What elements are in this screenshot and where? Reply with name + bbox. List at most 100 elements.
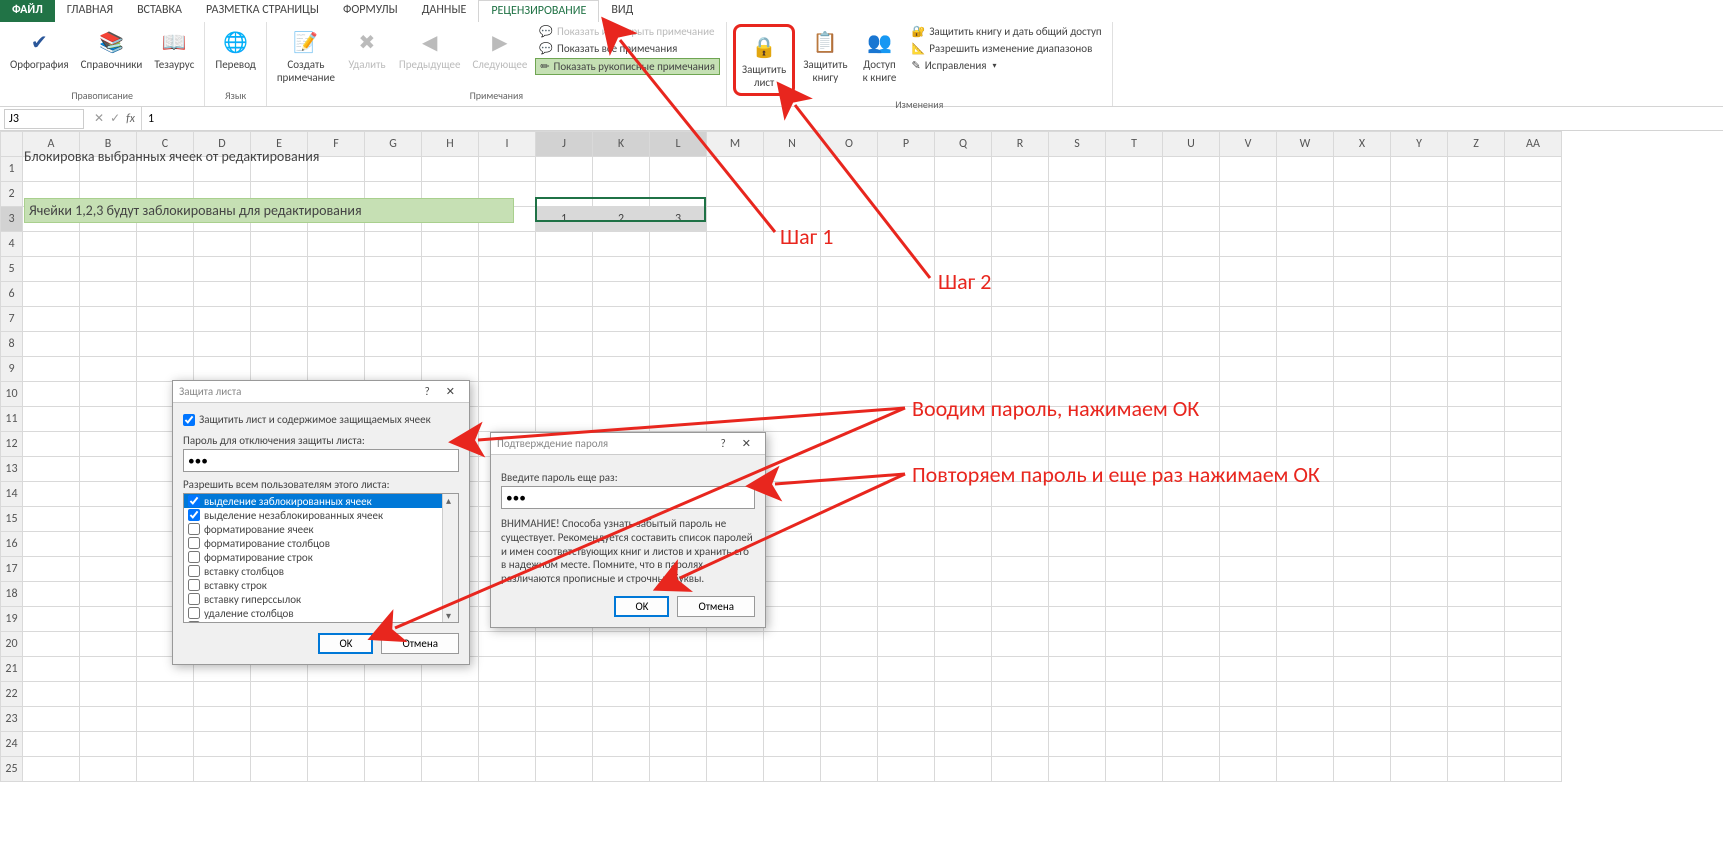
permission-item[interactable]: форматирование столбцов — [184, 536, 458, 550]
cell-K2[interactable] — [593, 182, 650, 207]
cell-C23[interactable] — [137, 707, 194, 732]
tab-data[interactable]: ДАННЫЕ — [410, 0, 479, 22]
cell-F23[interactable] — [308, 707, 365, 732]
cell-W22[interactable] — [1277, 682, 1334, 707]
cell-P1[interactable] — [878, 157, 935, 182]
column-header-T[interactable]: T — [1106, 132, 1163, 157]
cell-R6[interactable] — [992, 282, 1049, 307]
cell-Y22[interactable] — [1391, 682, 1448, 707]
cell-X21[interactable] — [1334, 657, 1391, 682]
cell-Z5[interactable] — [1448, 257, 1505, 282]
cell-AA2[interactable] — [1505, 182, 1562, 207]
cell-N12[interactable] — [764, 432, 821, 457]
cell-Z1[interactable] — [1448, 157, 1505, 182]
cell-S12[interactable] — [1049, 432, 1106, 457]
column-header-I[interactable]: I — [479, 132, 536, 157]
cell-Z18[interactable] — [1448, 582, 1505, 607]
cell-U25[interactable] — [1163, 757, 1220, 782]
cell-Y20[interactable] — [1391, 632, 1448, 657]
cell-J25[interactable] — [536, 757, 593, 782]
cell-L9[interactable] — [650, 357, 707, 382]
row-header-14[interactable]: 14 — [1, 482, 23, 507]
cell-U8[interactable] — [1163, 332, 1220, 357]
dialog1-close-icon[interactable]: ✕ — [438, 385, 463, 398]
cell-C6[interactable] — [137, 282, 194, 307]
cell-W19[interactable] — [1277, 607, 1334, 632]
cell-T3[interactable] — [1106, 207, 1163, 232]
cell-K7[interactable] — [593, 307, 650, 332]
row-header-23[interactable]: 23 — [1, 707, 23, 732]
column-header-H[interactable]: H — [422, 132, 479, 157]
cell-B20[interactable] — [80, 632, 137, 657]
cell-N19[interactable] — [764, 607, 821, 632]
cell-B17[interactable] — [80, 557, 137, 582]
cell-X9[interactable] — [1334, 357, 1391, 382]
cell-N18[interactable] — [764, 582, 821, 607]
cell-O13[interactable] — [821, 457, 878, 482]
cell-G4[interactable] — [365, 232, 422, 257]
cell-S19[interactable] — [1049, 607, 1106, 632]
cell-I4[interactable] — [479, 232, 536, 257]
cell-V6[interactable] — [1220, 282, 1277, 307]
cell-X2[interactable] — [1334, 182, 1391, 207]
cell-O18[interactable] — [821, 582, 878, 607]
cell-X6[interactable] — [1334, 282, 1391, 307]
tab-formulas[interactable]: ФОРМУЛЫ — [331, 0, 410, 22]
cell-X3[interactable] — [1334, 207, 1391, 232]
cell-R8[interactable] — [992, 332, 1049, 357]
cell-C22[interactable] — [137, 682, 194, 707]
row-header-5[interactable]: 5 — [1, 257, 23, 282]
cell-O11[interactable] — [821, 407, 878, 432]
cell-K23[interactable] — [593, 707, 650, 732]
cell-H5[interactable] — [422, 257, 479, 282]
cell-Y5[interactable] — [1391, 257, 1448, 282]
cell-AA24[interactable] — [1505, 732, 1562, 757]
cell-O10[interactable] — [821, 382, 878, 407]
cell-A22[interactable] — [23, 682, 80, 707]
cell-U4[interactable] — [1163, 232, 1220, 257]
cell-E22[interactable] — [251, 682, 308, 707]
cell-N7[interactable] — [764, 307, 821, 332]
cell-V20[interactable] — [1220, 632, 1277, 657]
cell-Y8[interactable] — [1391, 332, 1448, 357]
cell-T25[interactable] — [1106, 757, 1163, 782]
cell-X12[interactable] — [1334, 432, 1391, 457]
cell-Z4[interactable] — [1448, 232, 1505, 257]
cell-T9[interactable] — [1106, 357, 1163, 382]
cell-P24[interactable] — [878, 732, 935, 757]
row-header-20[interactable]: 20 — [1, 632, 23, 657]
translate-button[interactable]: 🌐Перевод — [211, 24, 259, 73]
cell-V3[interactable] — [1220, 207, 1277, 232]
cell-V11[interactable] — [1220, 407, 1277, 432]
cell-J2[interactable] — [536, 182, 593, 207]
cell-W5[interactable] — [1277, 257, 1334, 282]
cell-P25[interactable] — [878, 757, 935, 782]
cell-Z10[interactable] — [1448, 382, 1505, 407]
cell-P2[interactable] — [878, 182, 935, 207]
row-header-11[interactable]: 11 — [1, 407, 23, 432]
cell-E8[interactable] — [251, 332, 308, 357]
cell-E9[interactable] — [251, 357, 308, 382]
cell-B15[interactable] — [80, 507, 137, 532]
cell-X10[interactable] — [1334, 382, 1391, 407]
cell-X13[interactable] — [1334, 457, 1391, 482]
cell-W9[interactable] — [1277, 357, 1334, 382]
cell-Y17[interactable] — [1391, 557, 1448, 582]
cell-M23[interactable] — [707, 707, 764, 732]
cell-W20[interactable] — [1277, 632, 1334, 657]
cell-S4[interactable] — [1049, 232, 1106, 257]
cell-K1[interactable] — [593, 157, 650, 182]
cell-M21[interactable] — [707, 657, 764, 682]
column-header-N[interactable]: N — [764, 132, 821, 157]
cell-Q9[interactable] — [935, 357, 992, 382]
cell-L8[interactable] — [650, 332, 707, 357]
cell-B6[interactable] — [80, 282, 137, 307]
cell-Y10[interactable] — [1391, 382, 1448, 407]
research-button[interactable]: 📚Справочники — [77, 24, 147, 73]
cell-L6[interactable] — [650, 282, 707, 307]
row-header-15[interactable]: 15 — [1, 507, 23, 532]
cell-A18[interactable] — [23, 582, 80, 607]
cell-X4[interactable] — [1334, 232, 1391, 257]
cell-J23[interactable] — [536, 707, 593, 732]
column-header-K[interactable]: K — [593, 132, 650, 157]
